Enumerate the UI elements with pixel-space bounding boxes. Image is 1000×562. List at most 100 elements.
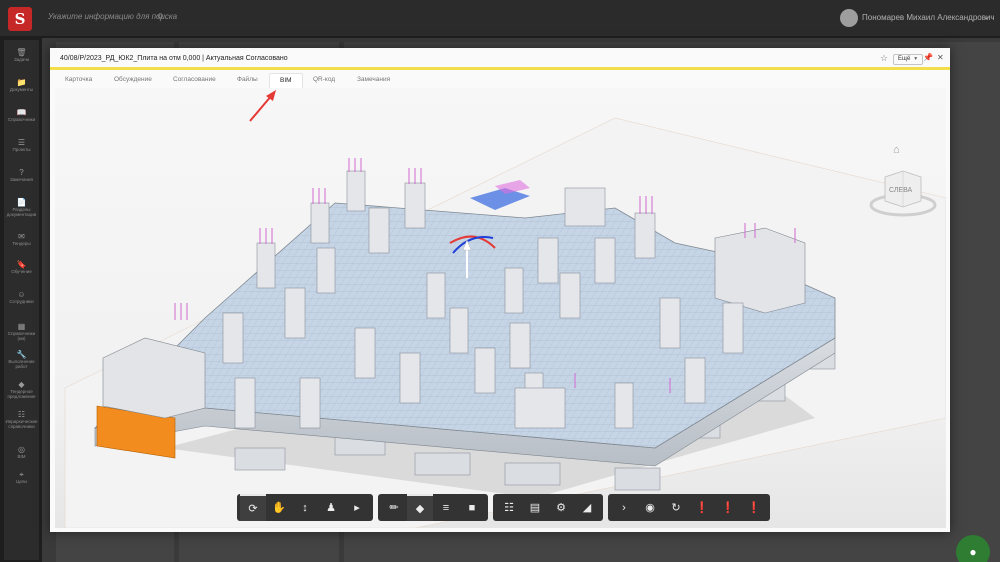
model-tree-icon[interactable]: ☷ xyxy=(496,494,522,521)
alert-icon[interactable]: ❗ xyxy=(689,494,715,521)
sidebar-item-label: Тендеры xyxy=(12,241,31,246)
chat-icon: ● xyxy=(969,545,977,559)
tab-remarks[interactable]: Замечания xyxy=(357,76,390,83)
sidebar-item-label: BIM xyxy=(17,454,26,459)
bookmark-icon: 🔖 xyxy=(16,260,27,269)
more-label: Ещё xyxy=(898,56,911,62)
alert-icon[interactable]: ❗ xyxy=(741,494,767,521)
star-icon[interactable]: ☆ xyxy=(880,53,888,64)
envelope-icon: ✉ xyxy=(18,232,25,241)
tab-card[interactable]: Карточка xyxy=(65,76,92,83)
sidebar-item[interactable]: ☺ Сотрудники xyxy=(4,290,39,304)
sidebar-item-label: Цели xyxy=(16,479,27,484)
sidebar-item-label: Проекты xyxy=(12,147,31,152)
sidebar-item[interactable]: ▦ Справочники (ии) xyxy=(4,322,39,341)
search-icon[interactable]: ⚲ xyxy=(157,12,164,23)
sidebar: 🗑 Задачи 📁 Документы 📖 Справочники ☰ Проекты? За… xyxy=(4,40,39,560)
toolbar-group-model: ☷ ▤ ⚙ ◢ xyxy=(493,494,603,521)
eye-icon[interactable]: ◉ xyxy=(637,494,663,521)
pin-icon[interactable]: 📌 xyxy=(923,53,933,62)
orbit-icon[interactable]: ⟳ xyxy=(240,494,266,521)
trash-icon: 🗑 xyxy=(16,48,27,57)
wrench-icon: 🔧 xyxy=(16,350,27,359)
bim-viewer[interactable]: ⌂ СЛЕВА xyxy=(55,88,946,528)
sidebar-item[interactable]: ◎ BIM xyxy=(4,445,39,459)
compass-icon: ◎ xyxy=(18,445,25,454)
section-icon[interactable]: ◆ xyxy=(407,494,433,521)
grid-icon: ▦ xyxy=(17,322,26,331)
file-icon: 📄 xyxy=(16,198,27,207)
sidebar-item-label: Сотрудники xyxy=(9,299,34,304)
sidebar-item[interactable]: 📄 Разделы документации xyxy=(4,198,39,217)
sidebar-item[interactable]: 🔖 Обучение xyxy=(4,260,39,274)
sidebar-item[interactable]: ☷ Иерархические справочники xyxy=(4,410,39,429)
app-logo[interactable]: S xyxy=(8,7,32,31)
tab-discussion[interactable]: Обсуждение xyxy=(114,76,152,83)
tab-files[interactable]: Файлы xyxy=(237,76,258,83)
viewcube-label: СЛЕВА xyxy=(889,187,913,194)
tree-icon: ☷ xyxy=(17,410,26,419)
bim-model-canvas[interactable] xyxy=(55,88,946,528)
sidebar-item[interactable]: ☰ Проекты xyxy=(4,138,39,152)
sidebar-item[interactable]: 📁 Документы xyxy=(4,78,39,92)
sidebar-item-label: Иерархические справочники xyxy=(5,419,38,429)
sidebar-item[interactable]: 🗑 Задачи xyxy=(4,48,39,62)
sidebar-item[interactable]: ⌖ Цели xyxy=(4,470,39,484)
sidebar-item-label: Тендерное предложение xyxy=(7,389,36,399)
alert-icon[interactable]: ❗ xyxy=(715,494,741,521)
chevron-down-icon: ▼ xyxy=(913,56,919,62)
measure-icon[interactable]: ✏ xyxy=(381,494,407,521)
question-icon: ? xyxy=(19,168,24,177)
stair-block xyxy=(102,337,206,419)
tab-bar: Карточка Обсуждение Согласование Файлы B… xyxy=(50,72,950,88)
sidebar-item-label: Справочники xyxy=(7,117,36,122)
properties-icon[interactable]: ▤ xyxy=(522,494,548,521)
chevron-down-icon[interactable]: ⌄ xyxy=(983,12,990,21)
box-icon[interactable]: ■ xyxy=(459,494,485,521)
user-name[interactable]: Пономарев Михаил Александрович xyxy=(862,13,995,22)
sidebar-item[interactable]: ✉ Тендеры xyxy=(4,232,39,246)
sidebar-item-label: Задачи xyxy=(13,57,30,62)
camera-icon[interactable]: ▸ xyxy=(344,494,370,521)
refresh-icon[interactable]: ↻ xyxy=(663,494,689,521)
toolbar-group-extensions: › ◉ ↻ ❗ ❗ ❗ xyxy=(608,494,770,521)
folder-icon: 📁 xyxy=(16,78,27,87)
sidebar-item[interactable]: 📖 Справочники xyxy=(4,108,39,122)
eraser-icon: ◆ xyxy=(18,380,25,389)
layers-icon[interactable]: ≡ xyxy=(433,494,459,521)
more-button[interactable]: Ещё ▼ xyxy=(893,54,924,65)
status-stripe xyxy=(50,67,950,70)
sidebar-item[interactable]: 🔧 Выполнение работ xyxy=(4,350,39,369)
people-icon: ☺ xyxy=(17,290,26,299)
zoom-icon[interactable]: ↕ xyxy=(292,494,318,521)
chat-button[interactable]: ● xyxy=(956,535,990,562)
avatar[interactable] xyxy=(840,9,858,27)
sidebar-item-label: Справочники (ии) xyxy=(7,331,36,341)
sidebar-item[interactable]: ◆ Тендерное предложение xyxy=(4,380,39,399)
pan-hand-icon[interactable]: ✋ xyxy=(266,494,292,521)
sidebar-item[interactable]: ? Замечания xyxy=(4,168,39,182)
list-icon: ☰ xyxy=(17,138,26,147)
tab-bim[interactable]: BIM xyxy=(269,73,303,88)
top-bar: S Укажите информацию для поиска ⚲ Понома… xyxy=(0,0,1000,36)
sidebar-item-label: Выполнение работ xyxy=(8,359,35,369)
home-icon[interactable]: ⌂ xyxy=(893,144,900,156)
sidebar-item-label: Замечания xyxy=(10,177,33,182)
tab-qr-code[interactable]: QR-код xyxy=(313,76,335,83)
settings-icon[interactable]: ⚙ xyxy=(548,494,574,521)
sidebar-item-label: Обучение xyxy=(11,269,32,274)
sidebar-item-label: Документы xyxy=(9,87,34,92)
modal-title: 40/08/Р/2023_РД_ЮК2_Плита на отм 0,000 |… xyxy=(60,55,288,62)
viewcube[interactable]: СЛЕВА xyxy=(863,163,943,223)
stair-tower xyxy=(714,227,806,314)
book-icon: 📖 xyxy=(16,108,27,117)
document-modal: 40/08/Р/2023_РД_ЮК2_Плита на отм 0,000 |… xyxy=(50,48,950,532)
first-person-icon[interactable]: ♟ xyxy=(318,494,344,521)
tab-approval[interactable]: Согласование xyxy=(173,76,216,83)
toolbar-group-tools: ✏ ◆ ≡ ■ xyxy=(378,494,488,521)
fullscreen-icon[interactable]: ◢ xyxy=(574,494,600,521)
chevron-right-icon[interactable]: › xyxy=(611,494,637,521)
toolbar-group-navigation: ⟳ ✋ ↕ ♟ ▸ xyxy=(237,494,373,521)
close-icon[interactable]: ✕ xyxy=(937,53,944,62)
sidebar-item-label: Разделы документации xyxy=(6,207,37,217)
